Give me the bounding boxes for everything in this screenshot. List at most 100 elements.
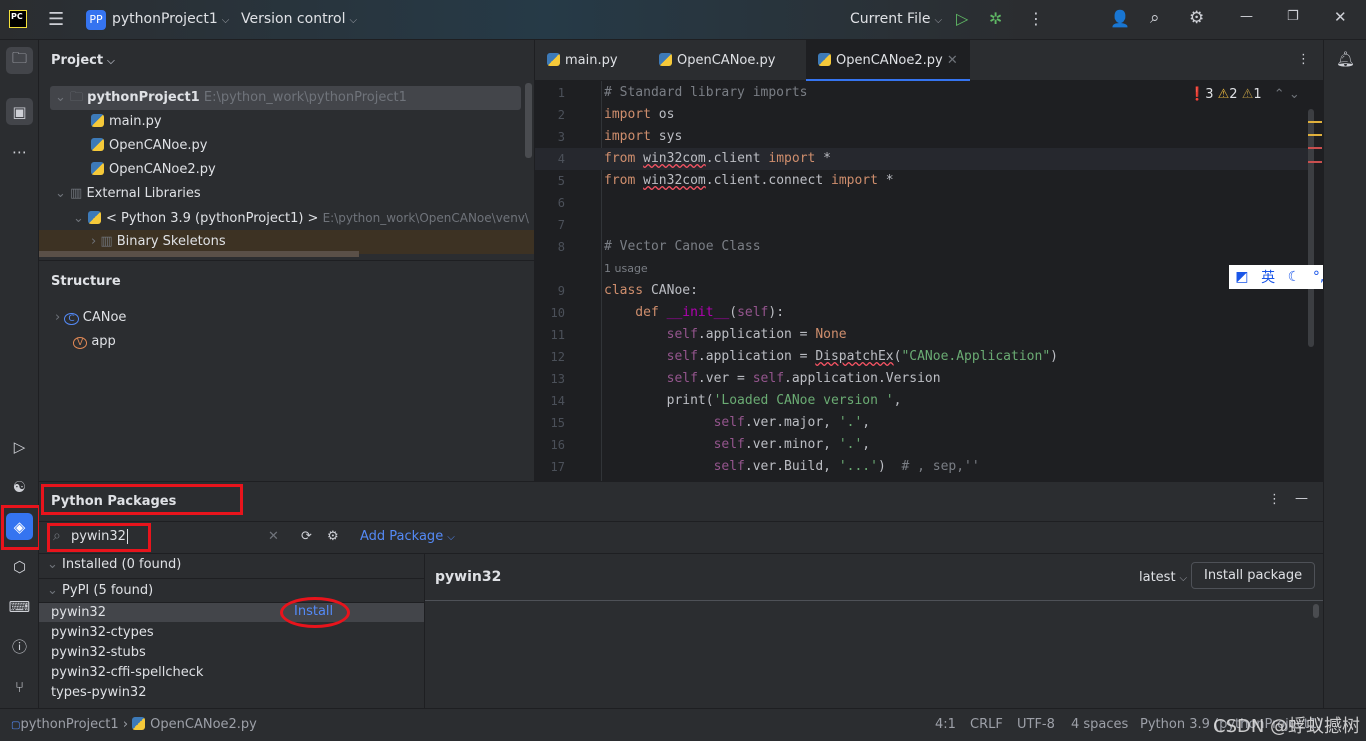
code-line[interactable]: self.ver.minor, '.', bbox=[604, 434, 871, 456]
add-package-button[interactable]: Add Package ⌵ bbox=[360, 529, 455, 544]
code-token: .ver.Build, bbox=[744, 459, 839, 474]
next-problem-icon[interactable]: ⌄ bbox=[1289, 87, 1300, 102]
main-menu-icon[interactable]: ☰ bbox=[48, 9, 64, 30]
code-line[interactable]: import os bbox=[604, 104, 674, 126]
run-tool-icon[interactable]: ▷ bbox=[6, 433, 33, 460]
minimize-icon[interactable]: — bbox=[1240, 9, 1253, 24]
ime-mode-icon[interactable]: ◩ bbox=[1235, 269, 1248, 285]
run-config-label: Current File bbox=[850, 11, 931, 27]
settings-icon[interactable]: ⚙ bbox=[327, 529, 339, 544]
add-user-icon[interactable]: 👤 bbox=[1110, 9, 1130, 28]
code-line[interactable]: self.application = None bbox=[604, 324, 847, 346]
code-line[interactable]: # Vector Canoe Class bbox=[604, 236, 761, 258]
more-icon[interactable]: ⋮ bbox=[1028, 9, 1044, 28]
package-result[interactable]: pywin32 bbox=[39, 603, 424, 623]
vcs-label: Version control bbox=[241, 11, 346, 27]
code-token: "CANoe.Application" bbox=[901, 349, 1051, 364]
project-folder-icon[interactable]: 🗀 bbox=[6, 47, 33, 74]
line-number: 9 bbox=[557, 284, 565, 298]
file-encoding[interactable]: UTF-8 bbox=[1017, 717, 1055, 732]
usage-hint[interactable]: 1 usage bbox=[604, 258, 648, 280]
tab-opencanoe-py[interactable]: OpenCANoe.py bbox=[647, 40, 787, 81]
tabs-more-icon[interactable]: ⋮ bbox=[1297, 52, 1310, 67]
run-config-selector[interactable]: Current File ⌵ bbox=[850, 11, 942, 27]
package-result[interactable]: pywin32-stubs bbox=[39, 643, 424, 663]
close-icon[interactable]: ✕ bbox=[1334, 8, 1347, 26]
code-line[interactable]: self.ver = self.application.Version bbox=[604, 368, 941, 390]
tab-label: OpenCANoe2.py bbox=[836, 53, 943, 68]
pypi-group[interactable]: ⌄ PyPI (5 found) bbox=[39, 578, 424, 602]
code-token: self bbox=[604, 371, 698, 386]
package-result[interactable]: types-pywin32 bbox=[39, 683, 424, 703]
gear-icon[interactable]: ⚙ bbox=[1189, 8, 1204, 28]
editor-scrollbar[interactable] bbox=[1308, 109, 1314, 347]
more-tools-icon[interactable]: ⋯ bbox=[6, 138, 33, 165]
inspection-widget[interactable]: ❗3 ⚠2 ⚠1 ⌃ ⌄ bbox=[1189, 87, 1300, 102]
ime-language[interactable]: 英 bbox=[1261, 267, 1275, 287]
code-line[interactable]: self.application = DispatchEx("CANoe.App… bbox=[604, 346, 1058, 368]
notifications-icon[interactable]: 🔔︎ bbox=[1336, 50, 1355, 68]
refresh-icon[interactable]: ⟳ bbox=[301, 529, 312, 544]
vertical-scrollbar[interactable] bbox=[525, 83, 532, 158]
version-select[interactable]: latest ⌵ bbox=[1139, 570, 1187, 585]
annotation-ellipse bbox=[280, 597, 350, 628]
python-console-icon[interactable]: ☯ bbox=[6, 473, 33, 500]
caret-position[interactable]: 4:1 bbox=[935, 717, 956, 732]
code-line[interactable]: class CANoe: bbox=[604, 280, 698, 302]
package-result[interactable]: pywin32-cffi-spellcheck bbox=[39, 663, 424, 683]
tree-external-libraries[interactable]: ⌄ ▥ External Libraries bbox=[39, 182, 520, 206]
problems-icon[interactable]: ⓘ bbox=[6, 633, 33, 660]
run-icon[interactable]: ▷ bbox=[956, 9, 968, 28]
structure-icon[interactable]: ▣ bbox=[6, 98, 33, 125]
terminal-icon[interactable]: ⌨ bbox=[6, 593, 33, 620]
horizontal-scrollbar[interactable] bbox=[39, 251, 359, 257]
project-panel-title[interactable]: Project ⌵ bbox=[51, 53, 115, 68]
library-icon: ⌄ ▥ bbox=[55, 186, 87, 201]
installed-group[interactable]: ⌄ Installed (0 found) bbox=[39, 553, 424, 577]
tree-file[interactable]: main.py bbox=[39, 110, 520, 134]
python-file-icon bbox=[818, 53, 831, 66]
clear-search-icon[interactable]: ✕ bbox=[268, 529, 279, 544]
code-token: self bbox=[604, 437, 745, 452]
code-line[interactable]: from win32com.client import * bbox=[604, 148, 831, 170]
code-area[interactable]: 1 # Standard library imports 2 import os 3 im… bbox=[535, 82, 1305, 481]
tab-main-py[interactable]: main.py bbox=[535, 40, 630, 81]
install-package-button[interactable]: Install package bbox=[1191, 562, 1316, 589]
debug-icon[interactable]: ✲ bbox=[989, 9, 1002, 28]
panel-options-icon[interactable]: ⋮ bbox=[1268, 492, 1281, 507]
package-result[interactable]: pywin32-ctypes bbox=[39, 623, 424, 643]
structure-item[interactable]: V app bbox=[39, 330, 520, 354]
breadcrumb-file[interactable]: OpenCANoe2.py bbox=[150, 717, 257, 732]
tab-opencanoe2-py[interactable]: OpenCANoe2.py ✕ bbox=[806, 40, 970, 81]
line-number: 6 bbox=[557, 196, 565, 210]
moon-icon[interactable]: ☾ bbox=[1288, 269, 1301, 285]
vcs-menu[interactable]: Version control ⌵ bbox=[241, 11, 357, 27]
git-icon[interactable]: ⑂ bbox=[6, 673, 33, 700]
tree-file[interactable]: OpenCANoe.py bbox=[39, 134, 520, 158]
tree-file[interactable]: OpenCANoe2.py bbox=[39, 158, 520, 182]
error-icon: ❗ bbox=[1189, 87, 1206, 102]
code-token: ) bbox=[1050, 349, 1058, 364]
breadcrumb-project[interactable]: pythonProject1 bbox=[20, 717, 118, 732]
tree-root[interactable]: ⌄ 🗀 pythonProject1 E:\python_work\python… bbox=[50, 86, 521, 110]
hide-panel-icon[interactable]: — bbox=[1295, 491, 1308, 506]
services-icon[interactable]: ⬡ bbox=[6, 553, 33, 580]
line-separator[interactable]: CRLF bbox=[970, 717, 1003, 732]
structure-item[interactable]: › C CANoe bbox=[39, 306, 520, 330]
indent-setting[interactable]: 4 spaces bbox=[1071, 717, 1128, 732]
tree-sdk[interactable]: ⌄ < Python 3.9 (pythonProject1) > E:\pyt… bbox=[39, 206, 534, 230]
close-tab-icon[interactable]: ✕ bbox=[947, 53, 958, 68]
code-line[interactable]: print('Loaded CANoe version ', bbox=[604, 390, 902, 412]
search-icon[interactable]: ⌕ bbox=[1150, 8, 1160, 28]
prev-problem-icon[interactable]: ⌃ bbox=[1274, 87, 1285, 102]
restore-icon[interactable]: ❐ bbox=[1287, 9, 1299, 24]
code-line[interactable]: self.ver.major, '.', bbox=[604, 412, 871, 434]
code-line[interactable]: from win32com.client.connect import * bbox=[604, 170, 894, 192]
project-switcher[interactable]: pythonProject1 ⌵ bbox=[112, 11, 229, 27]
code-token: * bbox=[877, 173, 894, 188]
code-line[interactable]: def __init__(self): bbox=[604, 302, 784, 324]
code-line[interactable]: self.ver.Build, '...') # , sep,'' bbox=[604, 456, 980, 478]
detail-scrollbar[interactable] bbox=[1313, 604, 1319, 618]
code-line[interactable]: # Standard library imports bbox=[604, 82, 808, 104]
code-line[interactable]: import sys bbox=[604, 126, 682, 148]
